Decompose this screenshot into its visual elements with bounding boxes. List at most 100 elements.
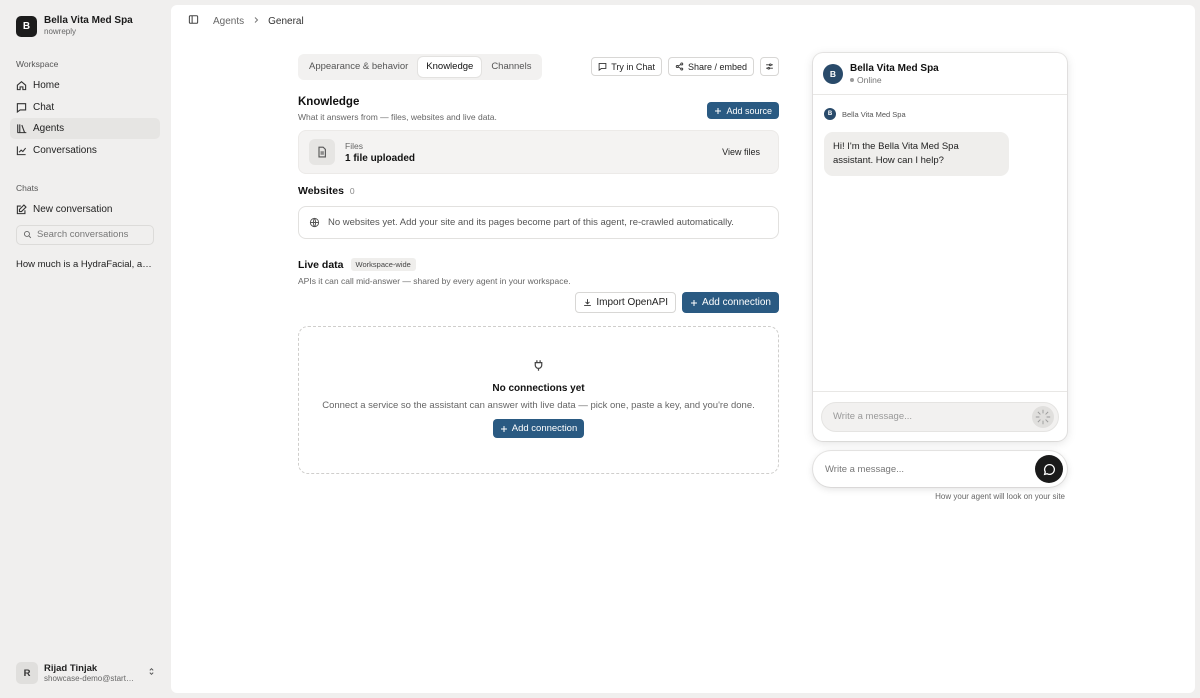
add-connection-button[interactable]: Add connection (682, 292, 779, 313)
agent-settings: Appearance & behavior Knowledge Channels… (298, 53, 779, 474)
settings-tabs: Appearance & behavior Knowledge Channels (298, 53, 543, 80)
share-embed-button[interactable]: Share / embed (667, 57, 754, 76)
chat-bubble-icon (1043, 463, 1055, 475)
launcher-input[interactable] (825, 463, 1035, 475)
tab-knowledge[interactable]: Knowledge (418, 56, 482, 77)
chat-bubble-icon (598, 62, 607, 71)
import-openapi-button[interactable]: Import OpenAPI (575, 292, 677, 313)
files-card: Files 1 file uploaded View files (298, 130, 779, 174)
websites-title: Websites (298, 185, 344, 197)
share-embed-label: Share / embed (687, 61, 747, 72)
widget-footer (813, 391, 1067, 441)
files-label: Files (345, 140, 363, 151)
knowledge-description: What it answers from — files, websites a… (298, 112, 497, 122)
avatar: R (16, 662, 38, 684)
connections-empty-title: No connections yet (492, 383, 585, 394)
user-name: Rijad Tinjak (44, 662, 98, 674)
widget-avatar: B (823, 63, 843, 84)
chevron-up-down-icon[interactable] (147, 667, 156, 679)
download-icon (584, 299, 592, 307)
chat-preview: B Bella Vita Med Spa Online B Bella Vita… (813, 53, 1067, 501)
empty-add-connection-button[interactable]: Add connection (492, 419, 585, 438)
workspace-subtitle: nowreply (44, 27, 77, 36)
workspace-switcher[interactable]: B Bella Vita Med Spa nowreply (10, 12, 160, 40)
globe-icon (309, 217, 320, 228)
workspace-name: Bella Vita Med Spa (44, 15, 133, 26)
status-dot-icon (850, 77, 854, 82)
user-email: showcase-demo@starter.com (44, 673, 136, 683)
sidebar-item-label: Home (33, 80, 60, 91)
tab-channels[interactable]: Channels (483, 57, 539, 77)
search-icon (23, 230, 32, 239)
workspace-avatar: B (16, 15, 37, 37)
live-data-description: APIs it can call mid-answer — shared by … (298, 276, 571, 286)
sidebar-item-label: Chat (33, 101, 55, 113)
sidebar-item-label: Conversations (33, 144, 97, 156)
widget-header: B Bella Vita Med Spa Online (813, 53, 1067, 95)
try-in-chat-button[interactable]: Try in Chat (591, 57, 662, 76)
connections-empty-state: No connections yet Connect a service so … (298, 326, 779, 474)
plug-icon (532, 359, 545, 375)
sliders-icon (766, 63, 773, 70)
add-source-button[interactable]: Add source (707, 102, 779, 119)
books-icon (17, 124, 27, 134)
chat-history-item[interactable]: How much is a HydraFacial, and... (16, 259, 156, 270)
workspace-wide-badge: Workspace-wide (350, 258, 416, 271)
widget-name: Bella Vita Med Spa (850, 62, 939, 74)
widget-status-text: Online (857, 74, 882, 85)
sidebar-item-label: Agents (33, 123, 65, 134)
new-conversation-button[interactable]: New conversation (10, 199, 160, 220)
user-menu[interactable]: R Rijad Tinjak showcase-demo@starter.com (16, 662, 156, 684)
greeting-message: Hi! I'm the Bella Vita Med Spa assistant… (824, 132, 1009, 176)
knowledge-title: Knowledge (298, 96, 360, 108)
files-count: 1 file uploaded (345, 152, 416, 164)
view-files-button[interactable]: View files (722, 147, 768, 157)
preview-note: How your agent will look on your site (935, 492, 1065, 501)
websites-count: 0 (349, 186, 355, 196)
chevron-right-icon (252, 16, 260, 27)
settings-toggle-button[interactable] (760, 57, 779, 76)
connections-empty-description: Connect a service so the assistant can a… (322, 400, 755, 411)
compose-icon (16, 203, 27, 214)
widget-status: Online (850, 75, 939, 85)
sidebar-item-home[interactable]: Home (10, 75, 160, 96)
chats-section-label: Chats (16, 182, 39, 193)
search-input[interactable] (37, 229, 147, 240)
launcher-bar (813, 451, 1067, 487)
sidebar-item-chat[interactable]: Chat (10, 97, 160, 118)
add-source-label: Add source (726, 105, 772, 116)
chat-bubble-icon (16, 102, 27, 113)
websites-empty-state: No websites yet. Add your site and its p… (298, 206, 779, 239)
plus-icon (500, 425, 507, 432)
workspace-section-label: Workspace (16, 59, 59, 69)
live-data-title: Live data (298, 258, 344, 271)
plus-icon (691, 299, 698, 306)
widget-message-input[interactable] (833, 411, 1032, 422)
plus-icon (715, 107, 722, 114)
message-meta: B Bella Vita Med Spa (824, 108, 1067, 120)
breadcrumb-current: General (268, 15, 304, 27)
chat-widget: B Bella Vita Med Spa Online B Bella Vita… (813, 53, 1067, 441)
add-connection-label: Add connection (702, 297, 771, 308)
sidebar-toggle-icon[interactable] (188, 14, 199, 28)
home-icon (16, 81, 27, 91)
try-in-chat-label: Try in Chat (611, 61, 655, 72)
sidebar-item-conversations[interactable]: Conversations (10, 140, 160, 161)
sidebar-item-agents[interactable]: Agents (10, 118, 160, 139)
new-conversation-label: New conversation (33, 203, 113, 215)
share-icon (675, 62, 684, 71)
sidebar: B Bella Vita Med Spa nowreply Workspace … (0, 0, 170, 698)
search-conversations (16, 224, 154, 245)
message-sender: Bella Vita Med Spa (842, 109, 906, 119)
websites-empty-text: No websites yet. Add your site and its p… (328, 217, 734, 228)
widget-input-box (821, 401, 1059, 432)
main-panel: Agents General Appearance & behavior Kno… (171, 5, 1195, 693)
chat-launcher-button[interactable] (1035, 455, 1063, 483)
import-openapi-label: Import OpenAPI (596, 297, 669, 308)
message-avatar: B (824, 108, 836, 120)
breadcrumb-agents[interactable]: Agents (213, 16, 244, 27)
line-chart-icon (16, 145, 27, 155)
breadcrumb: Agents General (171, 5, 1195, 37)
sparkle-icon[interactable] (1032, 405, 1054, 428)
tab-appearance[interactable]: Appearance & behavior (301, 57, 416, 77)
